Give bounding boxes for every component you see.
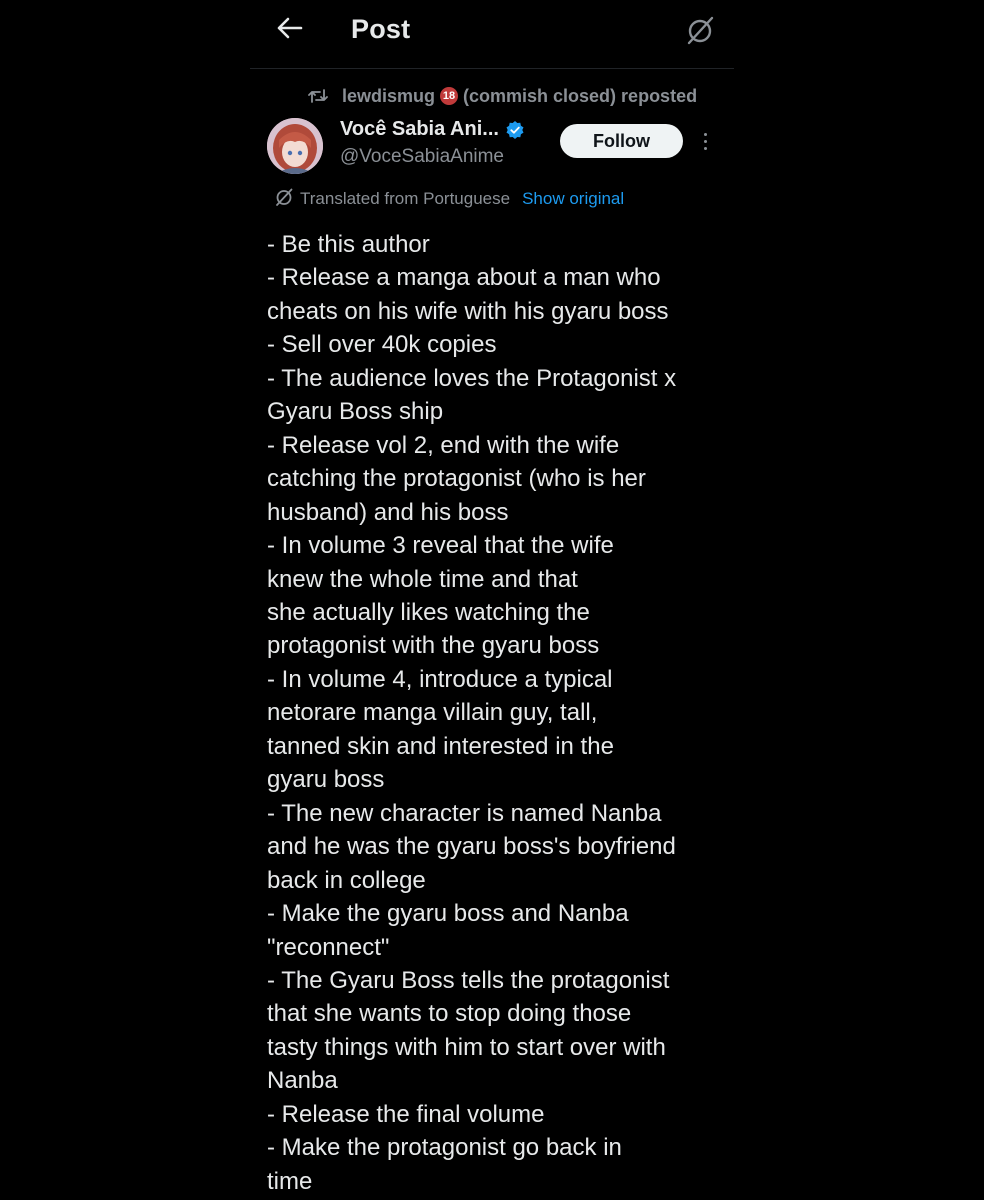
post-text-line: protagonist with the gyaru boss bbox=[267, 632, 600, 660]
author-handle[interactable]: @VoceSabiaAnime bbox=[340, 146, 504, 168]
post-text-line: - Be this author bbox=[267, 231, 430, 258]
follow-button[interactable]: Follow bbox=[560, 124, 683, 158]
repost-suffix: (commish closed) reposted bbox=[463, 85, 698, 106]
post-text-line: - Release the final volume bbox=[267, 1100, 545, 1128]
post-text-line: knew the whole time and that bbox=[267, 565, 578, 593]
translate-icon bbox=[274, 187, 294, 212]
post-text-line: cheats on his wife with his gyaru boss bbox=[267, 297, 669, 325]
translation-info: Translated from Portuguese Show original bbox=[274, 186, 624, 212]
post-text-line: - Make the gyaru boss and Nanba bbox=[267, 900, 629, 928]
post-text-line: husband) and his boss bbox=[267, 498, 509, 526]
more-vertical-icon[interactable] bbox=[696, 128, 714, 154]
page: Post lewdismug 18 (commish closed) repos… bbox=[0, 0, 984, 1200]
post-text-line: - Make the protagonist go back in bbox=[267, 1134, 622, 1162]
top-bar: Post bbox=[250, 0, 734, 69]
verified-badge-icon bbox=[505, 120, 525, 140]
post-text: - Be this author - Release a manga about … bbox=[267, 228, 727, 1198]
avatar[interactable] bbox=[267, 118, 323, 174]
post-text-line: back in college bbox=[267, 866, 426, 894]
post-text-line: - The new character is named Nanba bbox=[267, 799, 662, 827]
post-text-line: - Sell over 40k copies bbox=[267, 331, 497, 359]
post-text-line: "reconnect" bbox=[267, 933, 390, 961]
post-text-line: and he was the gyaru boss's boyfriend bbox=[267, 833, 676, 861]
post-text-line: - The audience loves the Protagonist x bbox=[267, 364, 677, 392]
post-text-line: - In volume 3 reveal that the wife bbox=[267, 532, 614, 560]
page-title: Post bbox=[351, 14, 411, 44]
post-text-line: - Release vol 2, end with the wife bbox=[267, 431, 620, 459]
post-text-line: netorare manga villain guy, tall, bbox=[267, 699, 598, 727]
repost-context: lewdismug 18 (commish closed) reposted bbox=[308, 84, 697, 108]
post-text-line: tasty things with him to start over with bbox=[267, 1033, 666, 1061]
post-column: Post lewdismug 18 (commish closed) repos… bbox=[250, 0, 734, 1200]
author-name-row[interactable]: Você Sabia Ani... bbox=[340, 118, 525, 141]
author-name[interactable]: Você Sabia Ani... bbox=[340, 118, 499, 141]
post-text-line: she actually likes watching the bbox=[267, 598, 590, 626]
age-restriction-badge: 18 bbox=[440, 87, 459, 105]
post-text-line: time bbox=[267, 1167, 313, 1195]
arrow-left-icon bbox=[277, 17, 303, 44]
post-text-line: - Release a manga about a man who bbox=[267, 264, 661, 292]
translate-slash-icon bbox=[684, 14, 716, 51]
translated-label: Translated from Portuguese bbox=[300, 189, 511, 208]
back-button[interactable] bbox=[272, 12, 308, 48]
post-text-line: Nanba bbox=[267, 1067, 338, 1095]
translate-toggle-button[interactable] bbox=[680, 12, 720, 52]
post-text-line: that she wants to stop doing those bbox=[267, 1000, 632, 1028]
post-text-line: - The Gyaru Boss tells the protagonist bbox=[267, 966, 670, 994]
post-text-line: gyaru boss bbox=[267, 766, 385, 794]
show-original-link[interactable]: Show original bbox=[522, 189, 624, 209]
reposter-name[interactable]: lewdismug bbox=[342, 86, 435, 107]
post-text-line: - In volume 4, introduce a typical bbox=[267, 665, 613, 693]
post-text-line: catching the protagonist (who is her bbox=[267, 465, 646, 493]
repost-icon bbox=[308, 88, 328, 104]
post-text-line: Gyaru Boss ship bbox=[267, 398, 444, 426]
post-text-line: tanned skin and interested in the bbox=[267, 732, 614, 760]
